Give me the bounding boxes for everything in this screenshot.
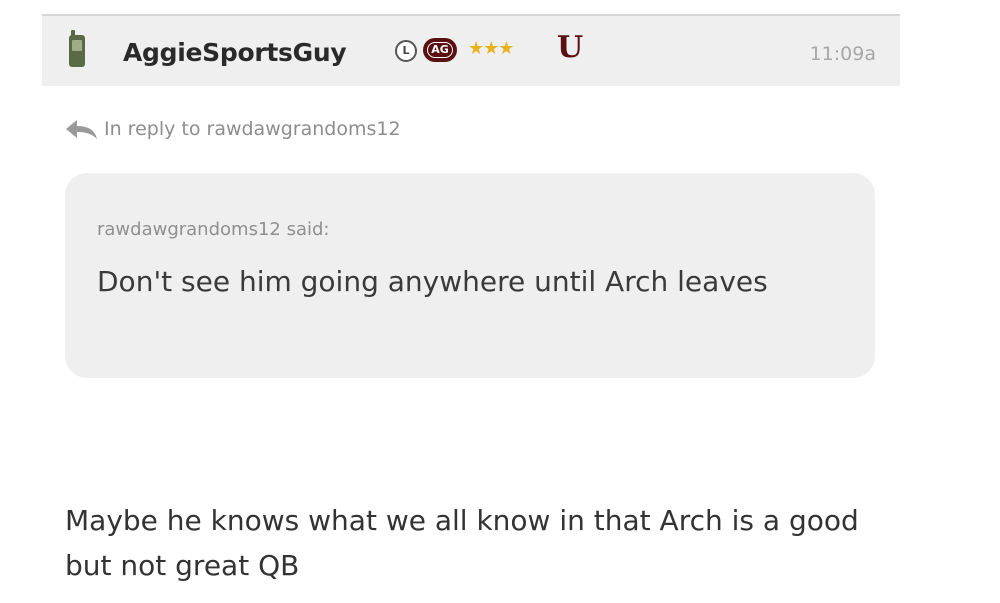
rating-stars-icon: ★★★: [468, 38, 514, 59]
team-logo-u: U: [557, 30, 584, 65]
user-badge-l: L: [395, 40, 417, 62]
quote-block: rawdawgrandoms12 said: Don't see him goi…: [65, 173, 875, 378]
reply-arrow-icon: [66, 120, 97, 139]
post-timestamp[interactable]: 11:09a: [810, 43, 876, 65]
reply-to-link[interactable]: In reply to rawdawgrandoms12: [64, 118, 401, 140]
post-body: Maybe he knows what we all know in that …: [65, 504, 859, 582]
quote-text: Don't see him going anywhere until Arch …: [97, 265, 768, 298]
author-username[interactable]: AggieSportsGuy: [123, 38, 347, 67]
quote-author[interactable]: rawdawgrandoms12 said:: [97, 219, 329, 240]
user-badge-ag: AG: [423, 38, 457, 62]
post-header: AggieSportsGuy L AG ★★★ U 11:09a: [42, 14, 900, 86]
forum-post: AggieSportsGuy L AG ★★★ U 11:09a In repl…: [42, 14, 900, 603]
forum-post-screenshot: AggieSportsGuy L AG ★★★ U 11:09a In repl…: [0, 0, 1000, 603]
badge-ag-label: AG: [427, 42, 453, 58]
reply-to-text: In reply to rawdawgrandoms12: [104, 118, 401, 140]
mobile-phone-icon: [69, 30, 85, 67]
